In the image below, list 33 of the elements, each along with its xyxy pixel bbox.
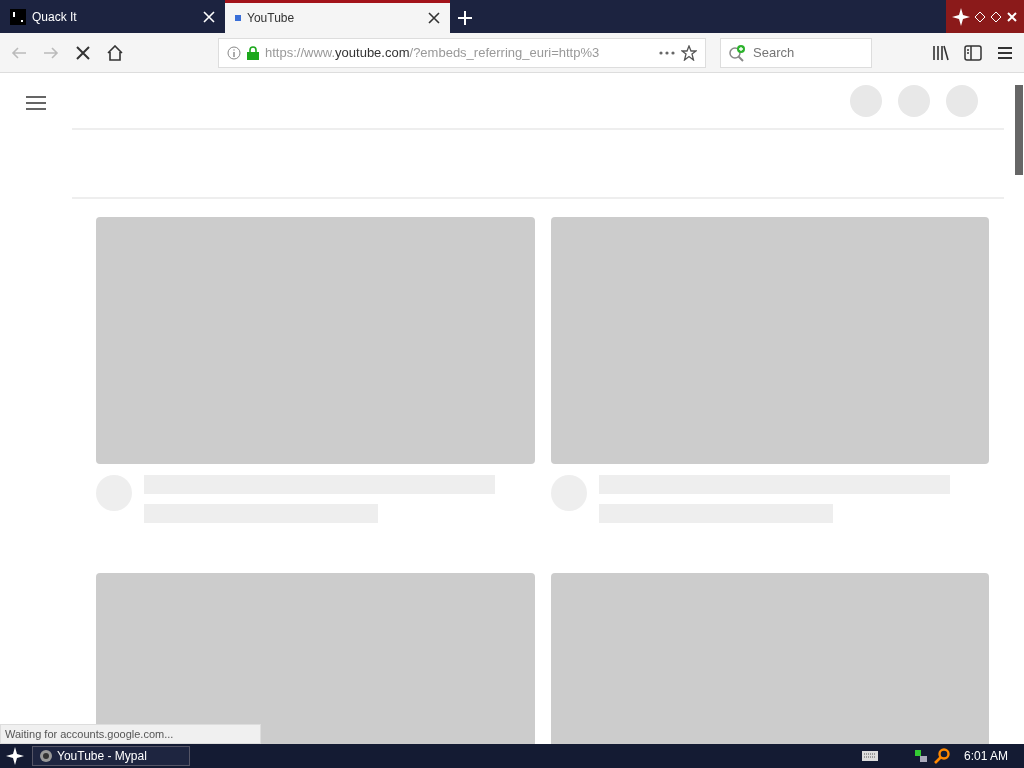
search-field[interactable]: Search: [720, 37, 872, 68]
address-bar[interactable]: https://www.youtube.com/?embeds_referring_euri=http%3: [218, 37, 706, 68]
star-icon: [952, 7, 970, 26]
plus-icon: [458, 10, 472, 25]
padlock-icon: [247, 45, 259, 60]
search-icon: [933, 748, 950, 764]
more-icon[interactable]: [659, 50, 675, 55]
scrollbar-thumb[interactable]: [1015, 85, 1023, 175]
close-icon: [1006, 10, 1018, 23]
info-icon: [227, 45, 241, 60]
site-icon: [10, 8, 26, 25]
close-icon[interactable]: [428, 12, 440, 24]
browser-tab[interactable]: Quack It: [0, 0, 225, 33]
sidebar-icon: [964, 44, 982, 61]
minimize-icon: [974, 10, 986, 23]
clock: 6:01 AM: [963, 748, 1008, 765]
url-text: https://www.youtube.com/?embeds_referring_euri=http%3: [265, 43, 601, 62]
app-icon: [39, 749, 53, 763]
star-icon[interactable]: [681, 44, 697, 61]
star-icon: [6, 747, 24, 765]
network-icon: [913, 748, 928, 764]
library-icon: [932, 44, 950, 61]
tab-title: Quack It: [32, 8, 77, 26]
menu-icon[interactable]: [26, 95, 46, 110]
keyboard-icon: [861, 751, 878, 761]
close-icon: [76, 45, 90, 60]
browser-tab[interactable]: YouTube: [225, 0, 450, 33]
taskbar-button[interactable]: YouTube - Mypal: [32, 746, 190, 766]
status-text: Waiting for accounts.google.com...: [0, 723, 261, 744]
menu-icon: [997, 45, 1013, 60]
maximize-icon: [990, 10, 1002, 23]
tab-title: YouTube: [247, 10, 295, 27]
home-icon: [107, 44, 123, 61]
